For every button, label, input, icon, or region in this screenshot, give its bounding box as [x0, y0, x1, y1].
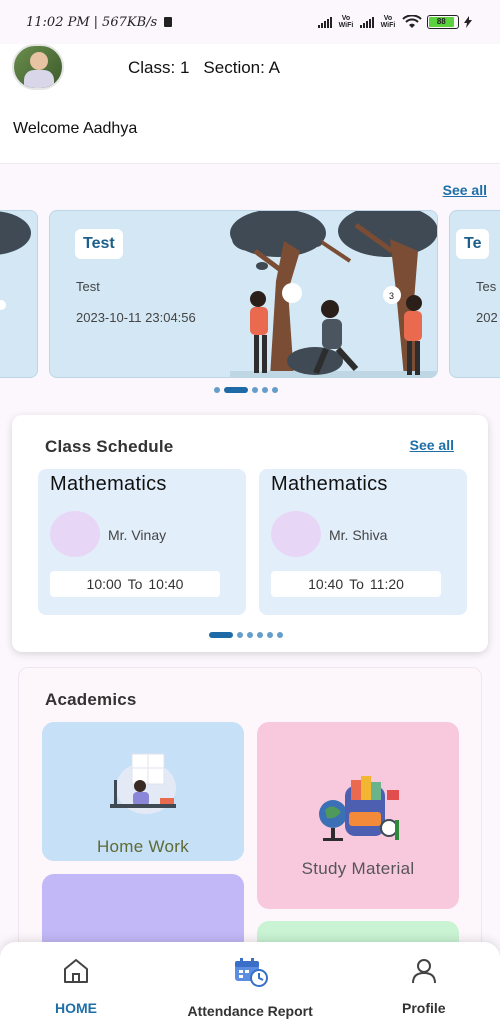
- vowifi-label-2: Vo WiFi: [380, 15, 396, 29]
- page-dot[interactable]: [272, 387, 278, 393]
- nav-home[interactable]: HOME: [30, 942, 122, 1024]
- teacher-avatar: [50, 511, 100, 557]
- teacher-name: Mr. Shiva: [329, 527, 388, 543]
- banner-card-next[interactable]: Te Tes 202: [449, 210, 500, 378]
- time-start: 10:40: [308, 576, 344, 592]
- nav-profile-label: Profile: [402, 1000, 446, 1016]
- banner-next-subtitle: Tes: [476, 279, 497, 294]
- wifi-icon: [402, 15, 422, 28]
- time-to: To: [127, 576, 143, 592]
- time-to: To: [349, 576, 364, 592]
- status-left: 11:02 PM | 567KB/s: [26, 14, 173, 30]
- schedule-page-indicator: [209, 632, 283, 638]
- banners-see-all-link[interactable]: See all: [443, 182, 487, 198]
- page-dot[interactable]: [262, 387, 268, 393]
- bottom-navigation: HOME Attendance Report Profile: [0, 942, 500, 1024]
- banner-next-title: Te: [456, 229, 490, 259]
- kids-playing-illustration: 3: [230, 211, 437, 377]
- vowifi-label-1: Vo WiFi: [338, 15, 354, 29]
- avatar[interactable]: [12, 44, 64, 90]
- avatar-body: [24, 70, 54, 88]
- avatar-head: [30, 52, 48, 70]
- svg-text:3: 3: [389, 291, 394, 301]
- charging-icon: [464, 16, 472, 28]
- user-icon: [412, 959, 436, 984]
- status-speed: 567KB/s: [102, 14, 158, 30]
- banner-carousel[interactable]: Test Test 2023-10-11 23:04:56 3 Te Tes 2…: [0, 210, 500, 378]
- teacher-name: Mr. Vinay: [108, 527, 167, 543]
- page-dot[interactable]: [267, 632, 273, 638]
- schedule-time: 10:40 To 11:20: [271, 571, 441, 597]
- sim-icon: [164, 17, 173, 27]
- academics-title: Academics: [45, 690, 137, 709]
- schedule-subject: Mathematics: [50, 473, 167, 495]
- homework-tile[interactable]: Home Work: [42, 722, 244, 861]
- time-end: 10:40: [148, 576, 184, 592]
- homework-label: Home Work: [96, 837, 190, 856]
- class-info: Class: 1 Section: A: [128, 58, 280, 78]
- schedule-item[interactable]: Mathematics Mr. Vinay 10:00 To 10:40: [38, 469, 246, 615]
- homework-illustration: [110, 753, 176, 814]
- section-label: Section: A: [203, 58, 280, 77]
- study-material-label: Study Material: [301, 859, 415, 878]
- home-icon: [64, 959, 88, 983]
- battery-icon: 88: [427, 15, 459, 29]
- status-time: 11:02 PM: [26, 14, 90, 30]
- time-start: 10:00: [86, 576, 122, 592]
- nav-home-label: HOME: [55, 1000, 97, 1016]
- nav-attendance-label: Attendance Report: [187, 1003, 313, 1019]
- calendar-clock-icon: [235, 958, 268, 987]
- page-dot[interactable]: [277, 632, 283, 638]
- academics-section: Academics Home Work Study Material: [18, 667, 482, 968]
- banner-card-prev[interactable]: [0, 210, 38, 378]
- banner-page-indicator: [214, 387, 278, 393]
- banner-illustration: [0, 211, 31, 310]
- nav-attendance-report[interactable]: Attendance Report: [175, 942, 325, 1024]
- study-material-tile[interactable]: Study Material: [257, 722, 459, 909]
- status-bar: 11:02 PM | 567KB/s Vo WiFi Vo WiFi 88: [0, 0, 500, 44]
- class-schedule-title: Class Schedule: [45, 437, 174, 456]
- banner-card[interactable]: Test Test 2023-10-11 23:04:56 3: [49, 210, 438, 378]
- teacher-avatar: [271, 511, 321, 557]
- class-schedule-card: Class Schedule See all Mathematics Mr. V…: [12, 415, 488, 652]
- welcome-text: Welcome Aadhya: [13, 120, 138, 137]
- class-label: Class: 1: [128, 58, 190, 77]
- page-dot[interactable]: [214, 387, 220, 393]
- page-dot-active[interactable]: [209, 632, 233, 638]
- page-dot[interactable]: [247, 632, 253, 638]
- page-dot-active[interactable]: [224, 387, 248, 393]
- status-divider: |: [93, 14, 99, 30]
- time-end: 11:20: [369, 576, 404, 592]
- study-material-illustration: [319, 776, 399, 841]
- schedule-item[interactable]: Mathematics Mr. Shiva 10:40 To 11:20: [259, 469, 467, 615]
- status-right: Vo WiFi Vo WiFi 88: [318, 15, 472, 29]
- schedule-subject: Mathematics: [271, 473, 388, 495]
- schedule-time: 10:00 To 10:40: [50, 571, 220, 597]
- page-dot[interactable]: [252, 387, 258, 393]
- battery-level: 88: [429, 17, 454, 27]
- signal-icon: [318, 16, 332, 28]
- page-dot[interactable]: [257, 632, 263, 638]
- header: Class: 1 Section: A Welcome Aadhya: [0, 44, 500, 164]
- banner-next-date: 202: [476, 310, 498, 325]
- page-dot[interactable]: [237, 632, 243, 638]
- schedule-see-all-link[interactable]: See all: [410, 437, 454, 453]
- nav-profile[interactable]: Profile: [378, 942, 470, 1024]
- signal-icon: [360, 16, 374, 28]
